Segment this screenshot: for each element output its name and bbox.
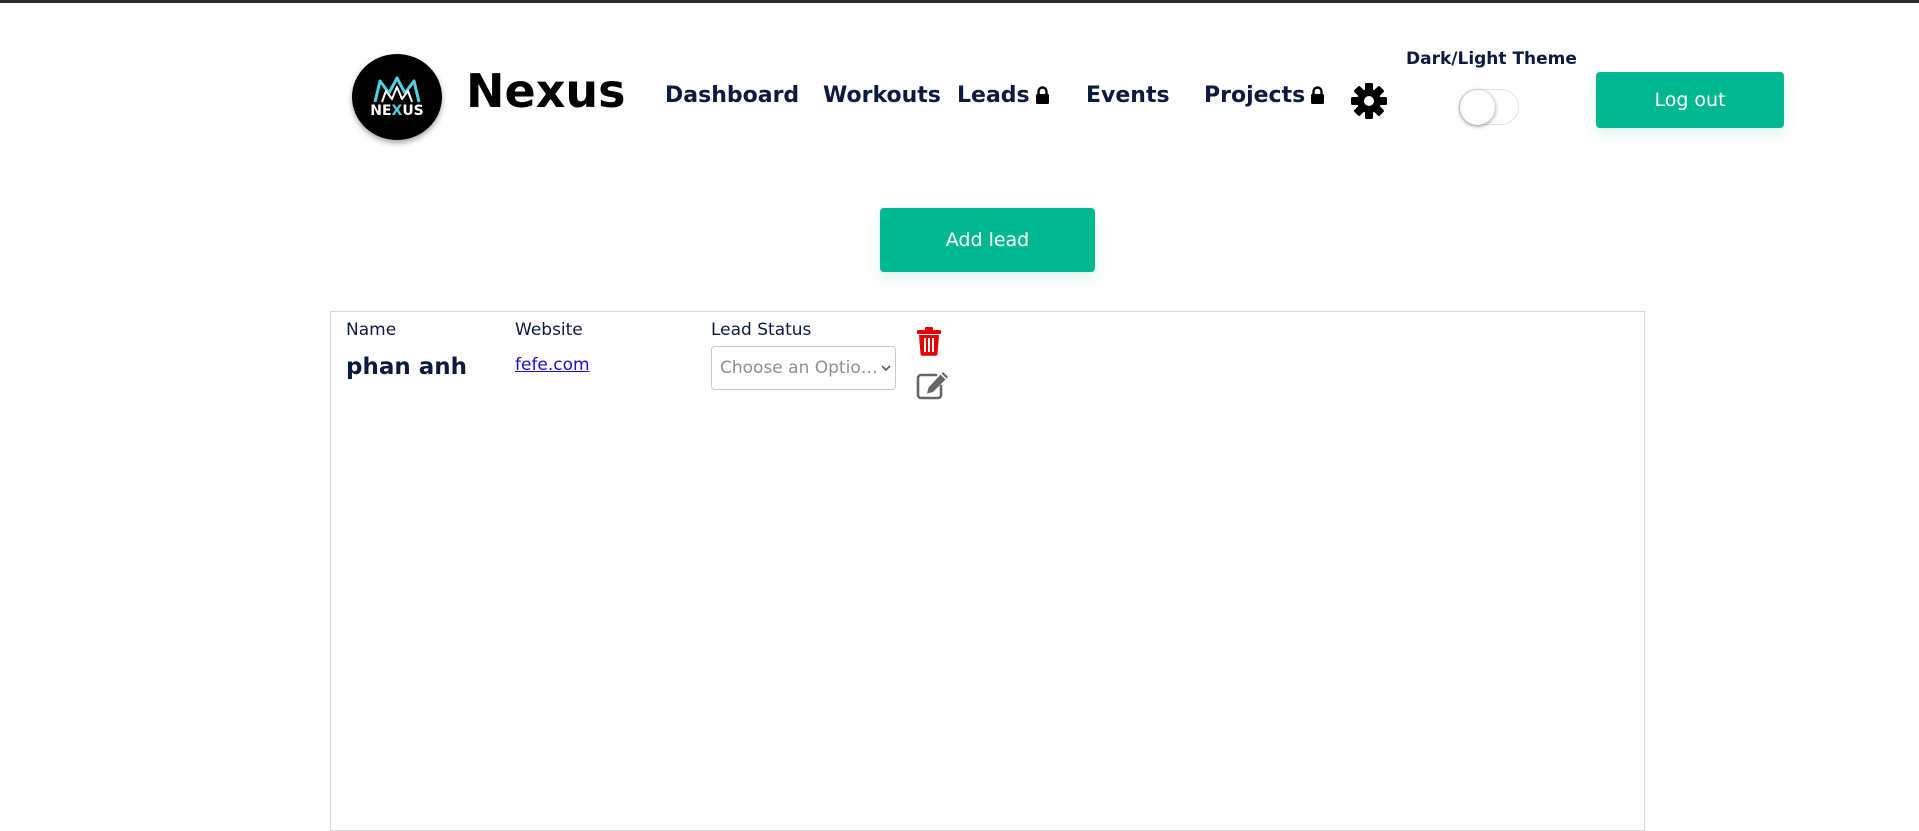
column-header-lead-status: Lead Status <box>711 320 812 340</box>
lead-website-link[interactable]: fefe.com <box>515 355 590 375</box>
gear-icon[interactable] <box>1349 81 1389 121</box>
nav-item-workouts[interactable]: Workouts <box>823 83 941 108</box>
toggle-knob <box>1460 90 1495 125</box>
brand-title: Nexus <box>466 64 626 118</box>
leads-panel <box>330 311 1645 831</box>
lock-icon <box>1035 86 1049 104</box>
lock-icon <box>1311 86 1325 104</box>
nav-item-projects[interactable]: Projects <box>1204 83 1325 108</box>
edit-icon[interactable] <box>916 370 950 400</box>
trash-icon[interactable] <box>916 326 942 356</box>
nav-item-events[interactable]: Events <box>1086 83 1170 108</box>
theme-toggle-switch[interactable] <box>1459 89 1519 125</box>
nav-item-label: Events <box>1086 83 1170 108</box>
nav-item-label: Projects <box>1204 83 1306 108</box>
nav-item-leads[interactable]: Leads <box>957 83 1050 108</box>
logo-text-c: US <box>402 103 424 119</box>
crown-icon <box>373 76 421 103</box>
logout-button[interactable]: Log out <box>1596 72 1784 128</box>
lead-status-select[interactable]: Choose an Option... <box>711 346 896 390</box>
logo-text-a: NE <box>370 103 392 119</box>
logo-wordmark: NEXUS <box>370 103 424 119</box>
column-header-website: Website <box>515 320 583 340</box>
lead-status-placeholder: Choose an Option... <box>720 358 881 378</box>
logo-text-b: X <box>391 103 403 119</box>
nav-item-label: Workouts <box>823 83 941 108</box>
nav-item-dashboard[interactable]: Dashboard <box>665 83 799 108</box>
theme-toggle-label: Dark/Light Theme <box>1406 49 1577 69</box>
column-header-name: Name <box>346 320 397 340</box>
nav-item-label: Leads <box>957 83 1030 108</box>
lead-name: phan anh <box>346 354 468 380</box>
chevron-down-icon <box>881 365 891 372</box>
window-top-border <box>0 0 1919 3</box>
add-lead-button[interactable]: Add lead <box>880 208 1095 272</box>
nav-item-label: Dashboard <box>665 83 800 108</box>
nexus-logo[interactable]: NEXUS <box>352 54 442 140</box>
